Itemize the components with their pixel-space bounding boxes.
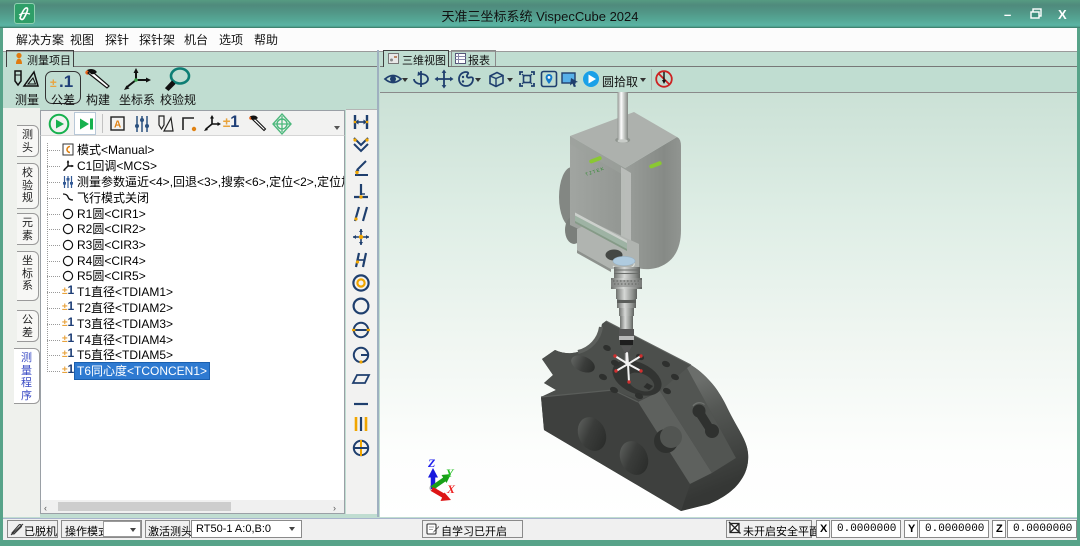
svg-text:Y: Y xyxy=(446,466,455,480)
svg-text:X: X xyxy=(446,482,456,496)
svg-text:Z: Z xyxy=(427,456,436,470)
svg-text:A: A xyxy=(114,120,121,131)
